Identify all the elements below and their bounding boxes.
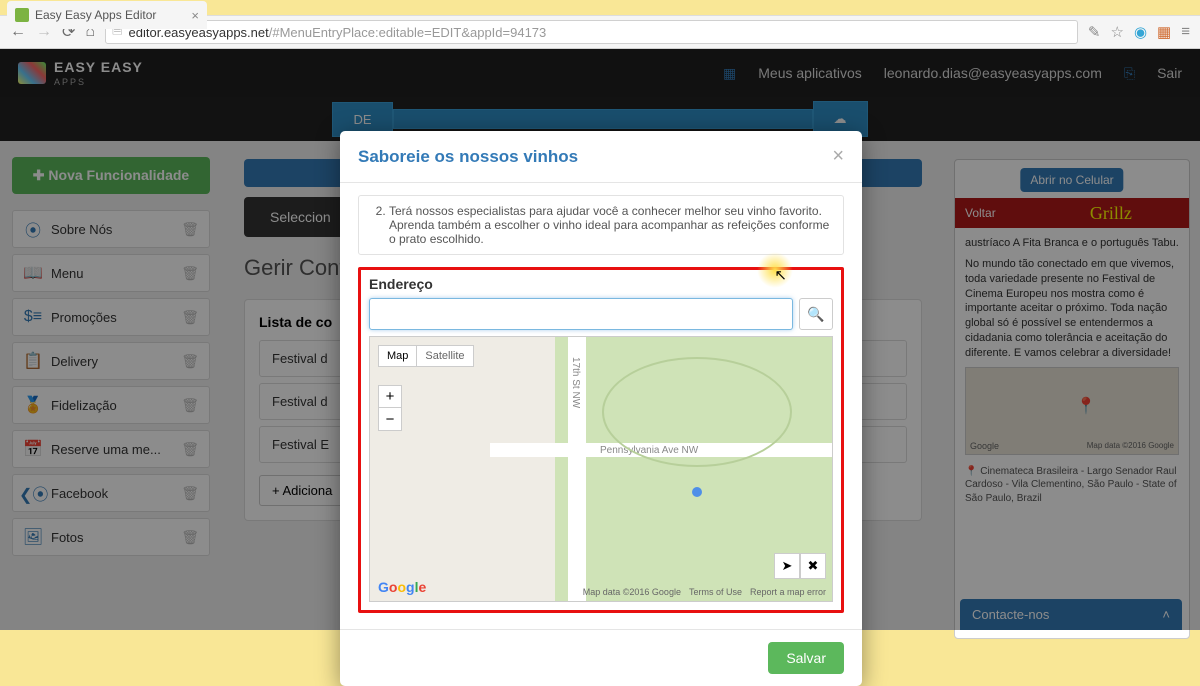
favicon bbox=[15, 8, 29, 22]
modal-close-button[interactable]: × bbox=[832, 145, 844, 168]
clear-location-button[interactable]: ✖ bbox=[800, 553, 826, 579]
map-canvas[interactable]: Map Satellite + − 17th St NW Pennsylvani… bbox=[369, 336, 833, 602]
zoom-in-button[interactable]: + bbox=[379, 386, 401, 408]
menu-icon[interactable]: ≡ bbox=[1181, 23, 1190, 41]
address-block: ↖ Endereço 🔍 Map Satellite + − bbox=[358, 267, 844, 613]
tab-title: Easy Easy Apps Editor bbox=[35, 8, 156, 22]
modal-title: Saboreie os nossos vinhos bbox=[358, 147, 578, 167]
search-button[interactable]: 🔍 bbox=[799, 298, 833, 330]
address-label: Endereço bbox=[369, 276, 833, 292]
map-type-satellite[interactable]: Satellite bbox=[417, 346, 472, 366]
wand-icon[interactable]: ✎ bbox=[1088, 23, 1101, 41]
modal-dialog: Saboreie os nossos vinhos × Terá nossos … bbox=[340, 131, 862, 686]
ext2-icon[interactable]: ▦ bbox=[1157, 23, 1171, 41]
save-button[interactable]: Salvar bbox=[768, 642, 844, 674]
park-path bbox=[602, 357, 792, 467]
map-type-map[interactable]: Map bbox=[379, 346, 417, 366]
zoom-control[interactable]: + − bbox=[378, 385, 402, 431]
close-tab-icon[interactable]: × bbox=[191, 8, 199, 23]
map-credit: Map data ©2016 Google bbox=[583, 587, 681, 597]
url-input[interactable]: 🗎 editor.easyeasyapps.net/#MenuEntryPlac… bbox=[105, 20, 1078, 44]
locate-button[interactable]: ➤ bbox=[774, 553, 800, 579]
address-input[interactable] bbox=[369, 298, 793, 330]
zoom-out-button[interactable]: − bbox=[379, 408, 401, 430]
browser-tab[interactable]: Easy Easy Apps Editor × bbox=[7, 1, 207, 29]
map-terms[interactable]: Terms of Use bbox=[689, 587, 742, 597]
ext1-icon[interactable]: ◉ bbox=[1134, 23, 1147, 41]
google-logo: Google bbox=[378, 579, 426, 595]
modal-list-item: Terá nossos especialistas para ajudar vo… bbox=[389, 204, 831, 246]
map-type-toggle[interactable]: Map Satellite bbox=[378, 345, 474, 367]
modal-description: Terá nossos especialistas para ajudar vo… bbox=[358, 195, 844, 255]
map-report[interactable]: Report a map error bbox=[750, 587, 826, 597]
star-icon[interactable]: ☆ bbox=[1111, 23, 1124, 41]
url-path: /#MenuEntryPlace:editable=EDIT&appId=941… bbox=[269, 25, 547, 40]
location-dot-icon bbox=[692, 487, 702, 497]
street-label-v: 17th St NW bbox=[570, 357, 581, 408]
